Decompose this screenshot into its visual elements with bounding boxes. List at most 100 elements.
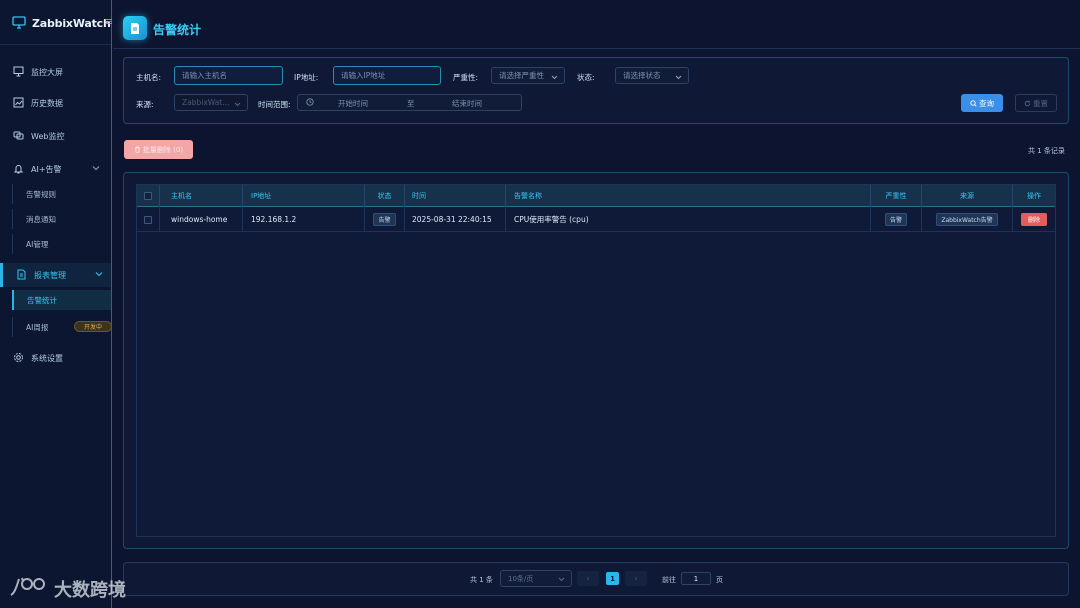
- app-name: ZabbixWatch: [32, 16, 111, 30]
- total-records: 共 1 条记录: [1028, 147, 1065, 155]
- document-icon: [16, 269, 28, 281]
- cell-time: 2025-08-31 22:40:15: [405, 207, 506, 232]
- sidebar-item-web-monitor[interactable]: Web监控: [0, 124, 111, 148]
- pagination-total: 共 1 条: [470, 576, 493, 584]
- monitor-screen-icon: [13, 66, 25, 78]
- sidebar-item-label: Web监控: [31, 131, 65, 141]
- reset-button-label: 重置: [1033, 98, 1048, 108]
- sidebar-subitem-alarm-rules[interactable]: 告警规则: [12, 184, 111, 204]
- sidebar-divider: [0, 44, 111, 45]
- status-select[interactable]: 请选择状态: [615, 67, 689, 84]
- header-status[interactable]: 状态: [365, 185, 405, 207]
- page-suffix: 页: [716, 576, 723, 584]
- cell-severity: 告警: [871, 207, 922, 232]
- web-icon: [13, 130, 25, 142]
- time-start-input[interactable]: 开始时间: [338, 98, 368, 109]
- sidebar-item-label: 报表管理: [34, 270, 66, 280]
- time-range-picker[interactable]: 开始时间 至 结束时间: [297, 94, 522, 111]
- sidebar: ZabbixWatch ≡ 监控大屏 历史数据 Web监控 AI+告警 告警规则…: [0, 0, 113, 608]
- chevron-down-icon: [95, 270, 103, 279]
- sidebar-subitem-ai-weekly[interactable]: AI周报 开发中: [12, 317, 112, 337]
- source-label: 来源:: [136, 100, 154, 109]
- delete-button[interactable]: 删除: [1020, 213, 1047, 226]
- refresh-icon: [1024, 100, 1031, 107]
- brand[interactable]: ZabbixWatch: [12, 14, 111, 32]
- watermark: 大数跨境: [8, 575, 126, 603]
- page-size-select[interactable]: 10条/页: [500, 570, 572, 587]
- menu-toggle-icon[interactable]: ≡: [104, 15, 113, 28]
- dev-status-badge: 开发中: [74, 321, 112, 332]
- page-document-icon: [123, 16, 147, 40]
- query-button-label: 查询: [979, 98, 994, 108]
- header-time[interactable]: 时间: [405, 185, 506, 207]
- sidebar-item-label: 监控大屏: [31, 67, 63, 77]
- severity-label: 严重性:: [453, 73, 479, 82]
- cell-ip: 192.168.1.2: [243, 207, 365, 232]
- next-page-button[interactable]: ›: [625, 571, 647, 586]
- sidebar-item-settings[interactable]: 系统设置: [0, 346, 111, 370]
- status-label: 状态:: [577, 73, 595, 82]
- severity-select[interactable]: 请选择严重性: [491, 67, 565, 84]
- trash-icon: [134, 146, 141, 153]
- batch-delete-label: 批量删除 (0): [142, 145, 184, 154]
- sidebar-item-label: 历史数据: [31, 98, 63, 108]
- goto-page-input[interactable]: 1: [681, 572, 711, 585]
- sidebar-subitem-notifications[interactable]: 消息通知: [12, 209, 111, 229]
- time-range-label: 时间范围:: [258, 100, 291, 109]
- cell-hostname: windows-home: [160, 207, 243, 232]
- monitor-logo-icon: [12, 14, 26, 33]
- header-alert-name[interactable]: 告警名称: [506, 185, 871, 207]
- chevron-down-icon: [551, 73, 558, 82]
- header-ip[interactable]: IP地址: [243, 185, 365, 207]
- watermark-logo-icon: [8, 575, 50, 603]
- batch-delete-button[interactable]: 批量删除 (0): [124, 140, 193, 159]
- time-end-input[interactable]: 结束时间: [452, 98, 482, 109]
- sidebar-subitem-ai-management[interactable]: AI管理: [12, 234, 111, 254]
- alarm-table: 主机名 IP地址 状态 时间 告警名称 严重性 来源 操作 windows-ho…: [136, 184, 1056, 537]
- chart-icon: [13, 97, 25, 109]
- header-divider: [113, 48, 1080, 49]
- table-row: windows-home 192.168.1.2 告警 2025-08-31 2…: [137, 207, 1055, 232]
- current-page-button[interactable]: 1: [606, 572, 619, 585]
- time-range-separator: 至: [407, 99, 415, 108]
- reset-button[interactable]: 重置: [1015, 94, 1057, 112]
- ip-label: IP地址:: [294, 73, 319, 82]
- sidebar-subitem-label: AI周报: [26, 322, 49, 332]
- watermark-text: 大数跨境: [54, 580, 126, 601]
- row-select-cell: [137, 207, 160, 232]
- header-action: 操作: [1027, 192, 1041, 200]
- severity-badge: 告警: [884, 213, 907, 226]
- prev-page-button[interactable]: ‹: [577, 571, 599, 586]
- cell-source: ZabbixWatch告警: [922, 207, 1013, 232]
- sidebar-subitem-alarm-stats[interactable]: 告警统计: [12, 290, 111, 310]
- search-icon: [970, 99, 977, 107]
- bell-icon: [13, 163, 25, 175]
- header-hostname[interactable]: 主机名: [160, 185, 243, 207]
- chevron-down-icon: [675, 73, 682, 82]
- chevron-down-icon: [92, 164, 100, 173]
- query-button[interactable]: 查询: [961, 94, 1003, 112]
- ip-input[interactable]: 请输入IP地址: [333, 66, 441, 85]
- header-source[interactable]: 来源: [922, 185, 1013, 207]
- sidebar-item-label: 系统设置: [31, 353, 63, 363]
- status-select-value: 请选择状态: [623, 71, 661, 80]
- source-select[interactable]: ZabbixWat...: [174, 94, 248, 111]
- sidebar-item-label: AI+告警: [31, 164, 62, 174]
- sidebar-item-history[interactable]: 历史数据: [0, 91, 111, 115]
- cell-status: 告警: [365, 207, 405, 232]
- sidebar-item-monitor-screen[interactable]: 监控大屏: [0, 60, 111, 84]
- page-size-value: 10条/页: [508, 574, 534, 583]
- source-badge: ZabbixWatch告警: [936, 213, 998, 226]
- hostname-label: 主机名:: [136, 73, 162, 82]
- row-checkbox[interactable]: [144, 215, 152, 224]
- header-severity[interactable]: 严重性: [871, 185, 922, 207]
- cell-action: 删除: [1013, 207, 1055, 232]
- sidebar-item-ai-alarm[interactable]: AI+告警: [0, 157, 111, 181]
- hostname-input[interactable]: 请输入主机名: [174, 66, 283, 85]
- chevron-down-icon: [558, 576, 565, 584]
- select-all-cell: [137, 185, 160, 207]
- severity-select-value: 请选择严重性: [499, 71, 544, 80]
- status-badge: 告警: [373, 213, 396, 226]
- sidebar-item-reports[interactable]: 报表管理: [0, 263, 111, 287]
- select-all-checkbox[interactable]: [144, 192, 152, 200]
